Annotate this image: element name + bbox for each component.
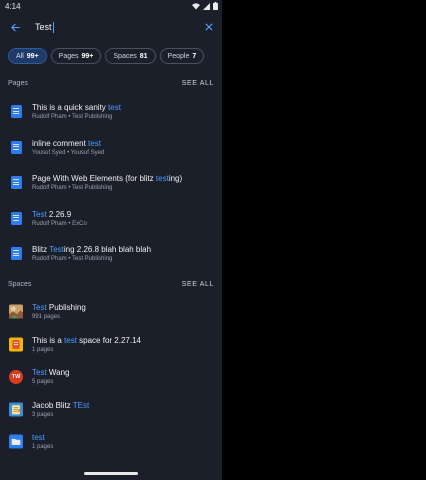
document-icon [9,211,23,225]
filter-chip-label: Spaces [113,52,137,60]
page-subtitle: Rudolf Pham • Test Publishing [32,256,113,263]
spaces-list: Test Publishing 991 pages This is a test… [0,296,222,459]
see-all-pages-button[interactable]: SEE ALL [182,80,214,87]
page-subtitle: Rudolf Pham • Test Publishing [32,114,113,121]
filter-chip-people[interactable]: People 7 [159,48,205,64]
avatar-initials: TW [9,369,23,384]
close-icon [205,23,213,31]
page-result-item[interactable]: inline comment test Yousuf Syed • Yousuf… [0,130,222,166]
space-book-icon [9,337,23,352]
space-result-item[interactable]: Jacob Blitz TEst 3 pages [0,393,222,426]
wifi-icon [192,2,200,9]
filter-chip-count: 99+ [81,52,94,60]
section-title: Spaces [8,281,32,288]
space-page-count: 5 pages [32,379,54,386]
status-icons [192,2,218,10]
spaces-section-header: Spaces SEE ALL [0,274,222,296]
space-result-item[interactable]: This is a test space for 2.27.14 1 pages [0,328,222,361]
document-icon [9,176,23,190]
space-page-count: 991 pages [32,314,61,321]
filter-chip-count: 99+ [26,52,39,60]
see-all-spaces-button[interactable]: SEE ALL [182,281,214,288]
pages-section-header: Pages SEE ALL [0,72,222,94]
arrow-left-icon [10,23,20,31]
empty-black-pane [222,0,426,480]
pages-list: This is a quick sanity test Rudolf Pham … [0,94,222,272]
space-title: test [32,433,45,443]
space-page-count: 3 pages [32,411,54,418]
page-title: Blitz Testing 2.26.8 blah blah blah [32,245,152,255]
signal-icon [203,2,210,10]
space-result-item[interactable]: Test Publishing 991 pages [0,296,222,329]
text-caret [52,21,54,33]
space-page-count: 1 pages [32,346,54,353]
space-notes-icon [9,402,23,417]
filter-chip-count: 7 [192,52,197,60]
document-icon [9,140,23,154]
page-result-item[interactable]: This is a quick sanity test Rudolf Pham … [0,94,222,130]
search-query-text: Test [35,22,52,32]
space-result-item[interactable]: test 1 pages [0,426,222,459]
page-subtitle: Rudolf Pham • ExCo [32,220,87,227]
avatar: TW [9,369,23,384]
space-photo-icon [9,304,23,319]
space-page-count: 1 pages [32,444,54,451]
filter-chips: All 99+ Pages 99+ Spaces 81 People 7 [0,42,222,72]
section-title: Pages [8,79,28,87]
page-subtitle: Yousuf Syed • Yousuf Syed [32,149,105,156]
status-bar: 4:14 [0,0,222,12]
search-screen: 4:14 Test All 99+ Pages 99+ Spaces 81 Peopl… [0,0,222,480]
filter-chip-label: People [167,52,190,60]
filter-chip-label: Pages [58,52,79,60]
document-icon [9,247,23,261]
space-title: Jacob Blitz TEst [32,400,90,410]
filter-chip-pages[interactable]: Pages 99+ [50,48,102,64]
page-title: Test 2.26.9 [32,209,72,219]
gesture-navigation-handle[interactable] [84,472,138,475]
clear-search-button[interactable] [202,20,216,34]
page-result-item[interactable]: Blitz Testing 2.26.8 blah blah blah Rudo… [0,236,222,272]
page-result-item[interactable]: Test 2.26.9 Rudolf Pham • ExCo [0,201,222,237]
space-folder-icon [9,434,23,449]
document-icon [9,105,23,119]
battery-icon [213,2,218,10]
page-title: inline comment test [32,138,101,148]
status-time: 4:14 [5,1,21,11]
filter-chip-count: 81 [139,52,148,60]
search-bar: Test [0,12,222,42]
page-result-item[interactable]: Page With Web Elements (for blitz testin… [0,165,222,201]
filter-chip-spaces[interactable]: Spaces 81 [105,48,156,64]
page-title: This is a quick sanity test [32,103,121,113]
space-result-item[interactable]: TW Test Wang 5 pages [0,361,222,394]
search-input[interactable]: Test [35,20,202,34]
filter-chip-label: All [16,52,24,60]
space-title: This is a test space for 2.27.14 [32,335,141,345]
space-title: Test Publishing [32,303,86,313]
back-button[interactable] [8,20,22,34]
page-subtitle: Rudolf Pham • Test Publishing [32,185,113,192]
page-title: Page With Web Elements (for blitz testin… [32,174,183,184]
space-title: Test Wang [32,368,70,378]
filter-chip-all[interactable]: All 99+ [8,48,47,64]
